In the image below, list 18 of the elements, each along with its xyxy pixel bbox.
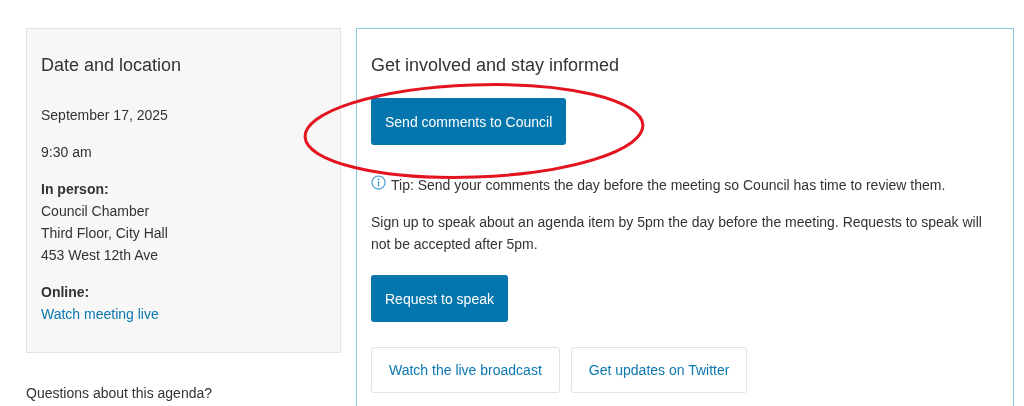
link-button[interactable]: Get updates on Twitter bbox=[570, 347, 748, 393]
request-to-speak-button[interactable]: Request to speak bbox=[371, 275, 508, 322]
info-icon bbox=[371, 175, 386, 190]
panel-title: Get involved and stay informed bbox=[371, 54, 621, 76]
link-button[interactable]: Watch the live broadcast bbox=[371, 347, 560, 393]
watch-live-link[interactable]: Watch meeting live bbox=[41, 306, 159, 322]
address-line: Council Chamber bbox=[41, 202, 151, 221]
meeting-time: 9:30 am bbox=[41, 143, 93, 162]
send-comments-button[interactable]: Send comments to Council bbox=[371, 98, 567, 145]
questions-text: Questions about this agenda? bbox=[26, 385, 214, 401]
tip-text: Tip: Send your comments the day before the meeting so Council has time to review them. bbox=[391, 176, 946, 195]
in-person-label: In person: bbox=[41, 180, 110, 199]
address-line: 453 West 12th Ave bbox=[41, 246, 159, 265]
card-title: Date and location bbox=[41, 54, 183, 76]
speak-note: Sign up to speak about an agenda item by 5pm the day before the meeting. Requests to speak will not be accepted after 5pm. bbox=[371, 213, 983, 254]
address-line: Third Floor, City Hall bbox=[41, 224, 169, 243]
online-label: Online: bbox=[41, 283, 91, 302]
meeting-date: September 17, 2025 bbox=[41, 106, 169, 125]
